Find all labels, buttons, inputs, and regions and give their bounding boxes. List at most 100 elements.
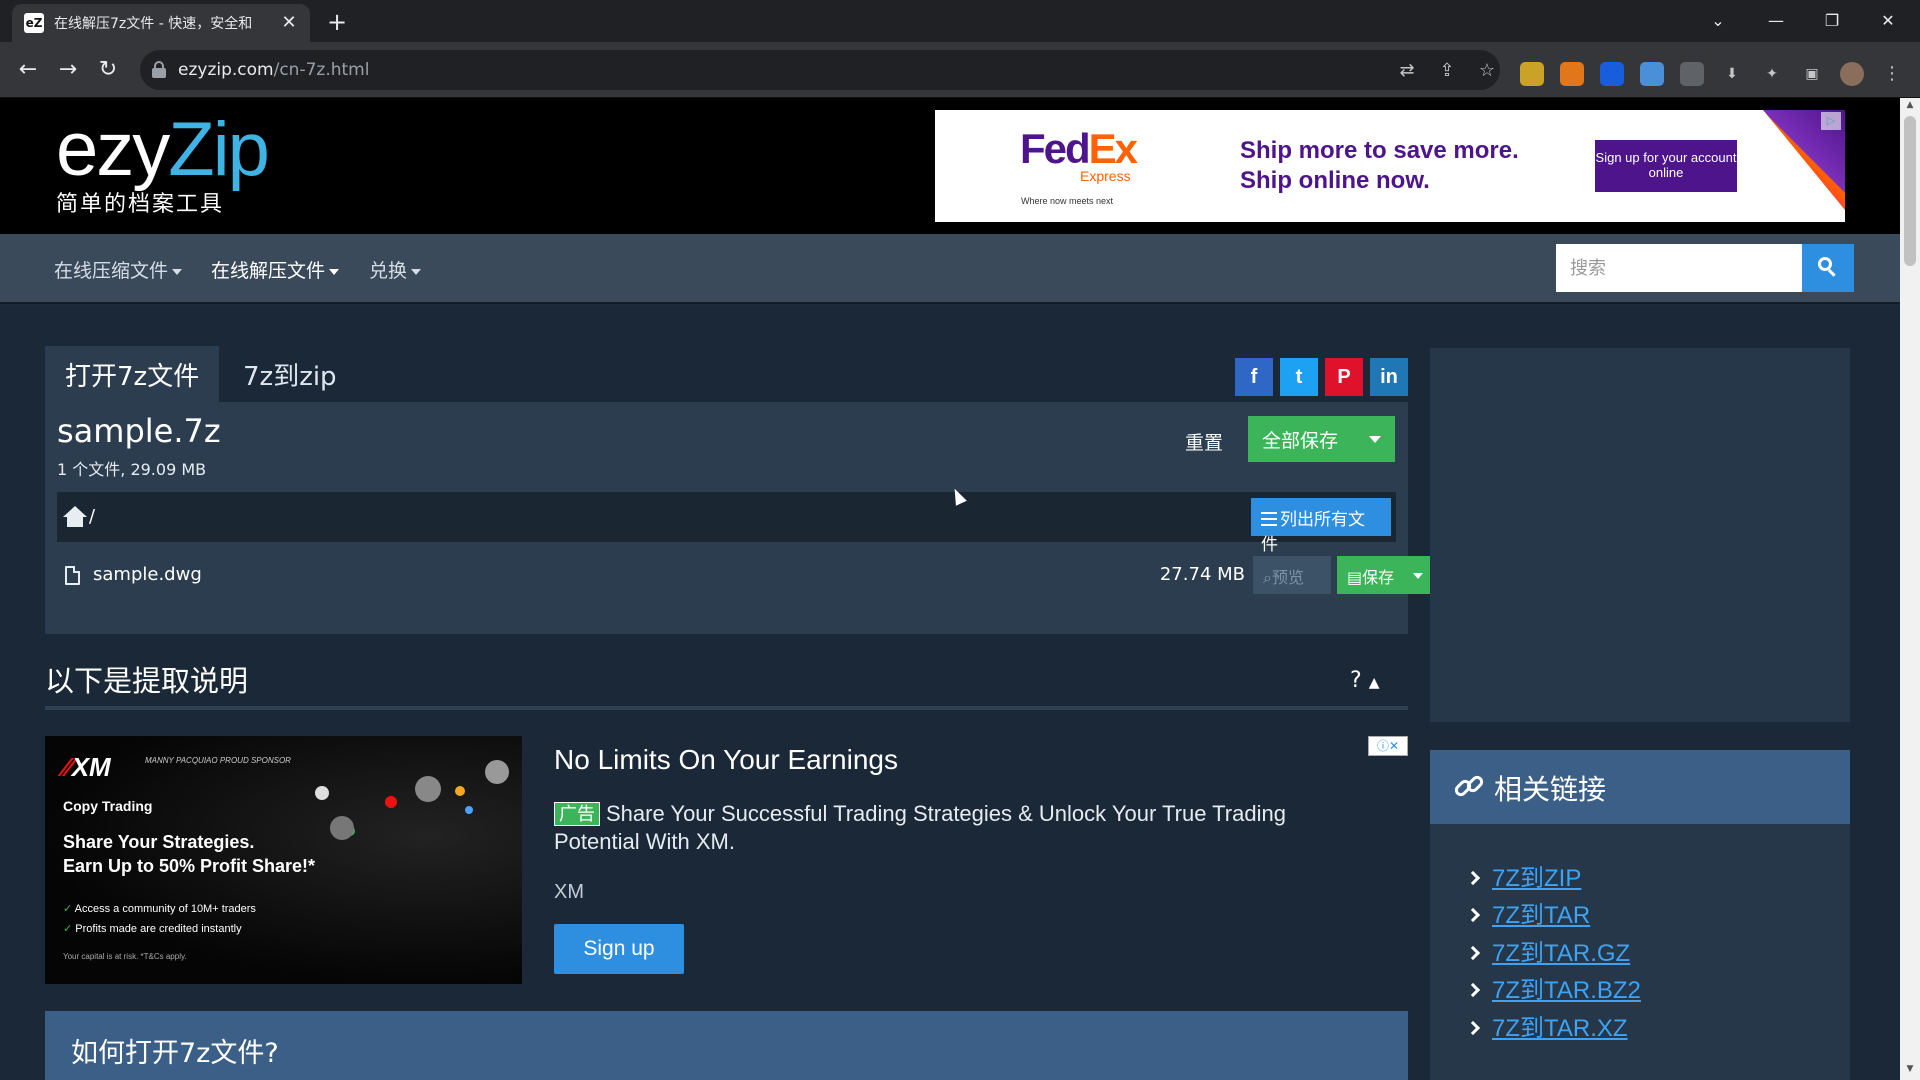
- profile-avatar[interactable]: [1840, 62, 1864, 86]
- twitter-share-icon[interactable]: t: [1280, 358, 1318, 396]
- related-link[interactable]: 7Z到TAR.BZ2: [1492, 977, 1641, 1004]
- page-scrollbar[interactable]: ▲ ▼: [1900, 98, 1920, 1080]
- xm-logo: ⁄⁄XM: [63, 752, 111, 782]
- extensions-puzzle-icon[interactable]: ✦: [1760, 62, 1784, 86]
- related-links-header: 相关链接: [1430, 750, 1850, 824]
- lock-icon[interactable]: [152, 61, 166, 79]
- pinterest-share-icon[interactable]: P: [1325, 358, 1363, 396]
- browser-menu-icon[interactable]: ⋮: [1880, 62, 1904, 86]
- chevron-right-icon: [1465, 945, 1481, 961]
- tab-search-dropdown-icon[interactable]: ⌄: [1696, 6, 1740, 36]
- archive-panel: sample.7z 1 个文件, 29.09 MB 重置 全部保存 / 列出所有…: [45, 402, 1433, 634]
- breadcrumb: / 列出所有文件: [57, 492, 1396, 555]
- ad-image-line2: Earn Up to 50% Profit Share!*: [63, 856, 316, 876]
- linkedin-share-icon[interactable]: in: [1370, 358, 1408, 396]
- related-link-item[interactable]: 7Z到TAR.BZ2: [1465, 970, 1641, 1005]
- facebook-share-icon[interactable]: f: [1235, 358, 1273, 396]
- scroll-thumb[interactable]: [1904, 116, 1916, 266]
- translate-icon[interactable]: ⇄: [1394, 58, 1420, 84]
- forward-button[interactable]: →: [52, 54, 84, 86]
- fedex-banner-ad[interactable]: FedEx Express Where now meets next Ship …: [935, 110, 1845, 222]
- url-path: /cn-7z.html: [273, 60, 370, 80]
- chevron-right-icon: [1465, 1020, 1481, 1036]
- instructions-toggle[interactable]: ? ▲: [1350, 668, 1379, 693]
- nav-convert-menu[interactable]: 兑换: [369, 256, 422, 283]
- native-ad[interactable]: ⁄⁄XM MANNY PACQUIAO PROUD SPONSOR Copy T…: [45, 736, 1408, 984]
- fedex-logo: FedEx: [1020, 125, 1138, 172]
- download-icon[interactable]: ⬇: [1720, 62, 1744, 86]
- scroll-up-arrow-icon[interactable]: ▲: [1903, 100, 1917, 114]
- reload-button[interactable]: ↻: [92, 54, 124, 86]
- bookmark-star-icon[interactable]: ☆: [1474, 58, 1500, 84]
- chevron-right-icon: [1465, 907, 1481, 923]
- adchoices-icon[interactable]: ▷: [1821, 112, 1841, 130]
- xm-sponsor: MANNY PACQUIAO PROUD SPONSOR: [145, 756, 291, 765]
- home-icon[interactable]: [63, 506, 87, 528]
- file-save-button[interactable]: ▤保存: [1337, 556, 1433, 594]
- site-logo[interactable]: ezyZip 简单的档案工具: [56, 107, 270, 218]
- instructions-title: 以下是提取说明: [45, 664, 249, 698]
- decor-avatar: [330, 816, 354, 840]
- browser-tab-strip: eZ 在线解压7z文件 - 快速，安全和 ✕ + ⌄ — ❐ ✕: [0, 0, 1920, 42]
- url-host: ezyzip.com: [178, 60, 274, 80]
- browser-tab[interactable]: eZ 在线解压7z文件 - 快速，安全和 ✕: [12, 4, 310, 42]
- site-header: ezyZip 简单的档案工具 FedEx Express Where now m…: [0, 98, 1900, 234]
- chevron-down-icon[interactable]: [1369, 436, 1381, 443]
- search-input[interactable]: [1556, 244, 1802, 292]
- tab-open-7z[interactable]: 打开7z文件: [45, 346, 220, 402]
- related-link-item[interactable]: 7Z到TAR.XZ: [1465, 1008, 1628, 1043]
- extension-1-icon[interactable]: [1520, 62, 1544, 86]
- reset-button[interactable]: 重置: [1185, 428, 1223, 455]
- related-link[interactable]: 7Z到TAR.GZ: [1492, 940, 1630, 967]
- breadcrumb-path[interactable]: /: [89, 506, 95, 527]
- chevron-down-icon[interactable]: [1413, 573, 1423, 579]
- address-bar[interactable]: ezyzip.com/cn-7z.html ⇄ ⇪ ☆: [140, 50, 1500, 90]
- link-icon: [1452, 773, 1486, 802]
- extension-4-icon[interactable]: [1640, 62, 1664, 86]
- search-icon: ⌕: [1263, 568, 1272, 587]
- ad-signup-button[interactable]: Sign up for your account online: [1595, 140, 1737, 192]
- ad-badge: 广告: [554, 802, 600, 826]
- main-navbar: 在线压缩文件 在线解压文件 兑换: [0, 234, 1900, 304]
- ad-title[interactable]: No Limits On Your Earnings: [554, 744, 898, 776]
- related-links-title: 相关链接: [1494, 773, 1607, 806]
- related-link[interactable]: 7Z到TAR: [1492, 902, 1590, 929]
- search-button[interactable]: [1802, 244, 1854, 292]
- maximize-button[interactable]: ❐: [1810, 6, 1854, 36]
- nav-extract-menu[interactable]: 在线解压文件: [211, 256, 340, 283]
- metamask-extension-icon[interactable]: [1560, 62, 1584, 86]
- back-button[interactable]: ←: [12, 54, 44, 86]
- related-link-item[interactable]: 7Z到TAR.GZ: [1465, 933, 1630, 968]
- decor-dot: [315, 786, 329, 800]
- related-link-item[interactable]: 7Z到ZIP: [1465, 858, 1581, 893]
- tab-close-icon[interactable]: ✕: [278, 12, 300, 34]
- file-icon: [65, 566, 80, 585]
- ad-image[interactable]: ⁄⁄XM MANNY PACQUIAO PROUD SPONSOR Copy T…: [45, 736, 522, 984]
- fedex-express-label: Express: [1080, 168, 1131, 184]
- list-all-files-button[interactable]: 列出所有文件: [1251, 498, 1391, 555]
- extension-5-icon[interactable]: [1680, 62, 1704, 86]
- logo-zip: Zip: [168, 107, 270, 192]
- ad-signup-button[interactable]: Sign up: [554, 924, 684, 974]
- file-row: sample.dwg 27.74 MB ⌕预览 ▤保存: [57, 548, 1433, 602]
- new-tab-button[interactable]: +: [322, 8, 352, 38]
- side-panel-icon[interactable]: ▣: [1800, 62, 1824, 86]
- tab-7z-to-zip[interactable]: 7z到zip: [223, 346, 357, 402]
- file-name: sample.dwg: [93, 564, 202, 585]
- save-all-button[interactable]: 全部保存: [1248, 416, 1395, 462]
- related-link[interactable]: 7Z到ZIP: [1492, 865, 1581, 892]
- ad-image-line1: Share Your Strategies.: [63, 832, 255, 852]
- nav-compress-menu[interactable]: 在线压缩文件: [54, 256, 183, 283]
- related-link-item[interactable]: 7Z到TAR: [1465, 895, 1590, 930]
- bitwarden-extension-icon[interactable]: [1600, 62, 1624, 86]
- ad-image-footnote: Your capital is at risk. *T&Cs apply.: [63, 952, 187, 961]
- preview-button[interactable]: ⌕预览: [1253, 556, 1331, 594]
- related-link[interactable]: 7Z到TAR.XZ: [1492, 1015, 1628, 1042]
- share-icon[interactable]: ⇪: [1434, 58, 1460, 84]
- close-window-button[interactable]: ✕: [1866, 6, 1910, 36]
- minimize-button[interactable]: —: [1754, 6, 1798, 36]
- chevron-down-icon: [329, 268, 340, 275]
- adchoices-icon[interactable]: ⓘ✕: [1368, 736, 1408, 756]
- ad-image-bullet1: ✓ Access a community of 10M+ traders: [63, 903, 256, 915]
- scroll-down-arrow-icon[interactable]: ▼: [1903, 1064, 1917, 1078]
